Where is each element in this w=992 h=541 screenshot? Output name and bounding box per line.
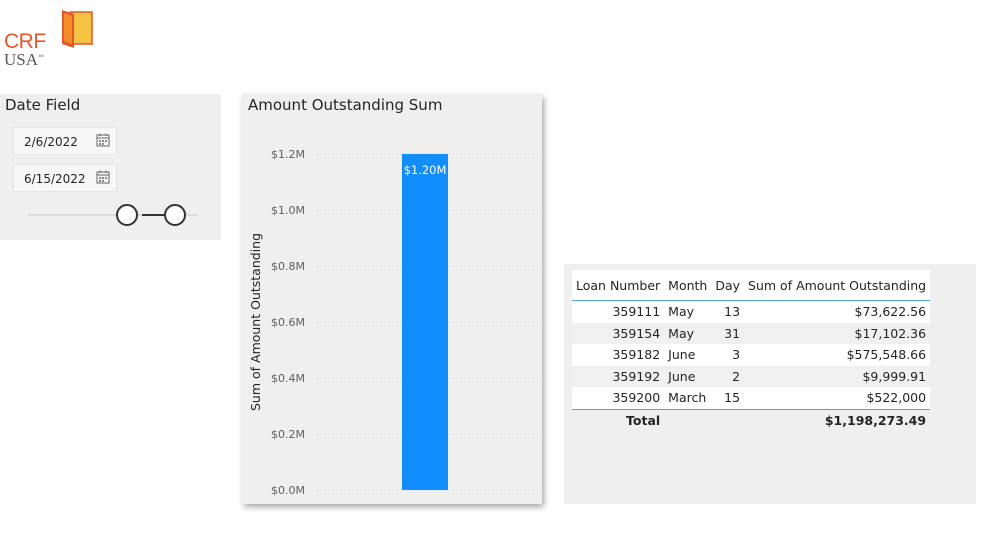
range-start-handle[interactable] [116, 204, 138, 226]
crf-usa-logo: CRF USA™ [4, 8, 100, 70]
cell-day: 13 [711, 300, 745, 323]
loan-table: Loan Number Month Day Sum of Amount Outs… [572, 270, 931, 431]
cell-amount: $73,622.56 [744, 300, 931, 323]
cell-day: 2 [711, 365, 745, 387]
column-header-loan-number[interactable]: Loan Number [572, 270, 665, 301]
cell-loan-number: 359111 [572, 300, 665, 323]
total-empty-cell [664, 409, 711, 431]
cell-month: March [664, 387, 712, 410]
cell-amount: $575,548.66 [744, 344, 931, 366]
logo-text-usa: USA™ [4, 50, 44, 69]
table-total-row: Total $1,198,273.49 [572, 409, 930, 431]
y-tick-label: $0.4M [271, 372, 305, 385]
calendar-icon[interactable] [96, 133, 110, 147]
cell-day: 3 [711, 344, 745, 366]
start-date-input[interactable]: 2/6/2022 [13, 127, 117, 155]
y-tick-label: $0.6M [271, 316, 305, 329]
range-end-handle[interactable] [164, 204, 186, 226]
start-date-value: 2/6/2022 [24, 135, 78, 149]
cell-month: May [664, 300, 712, 323]
cell-amount: $9,999.91 [744, 365, 931, 387]
bar-data-label: $1.20M [404, 163, 447, 177]
cell-loan-number: 359182 [572, 344, 665, 366]
cell-day: 15 [711, 387, 745, 410]
table-row[interactable]: 359154 May 31 $17,102.36 [572, 322, 931, 344]
table-row[interactable]: 359182 June 3 $575,548.66 [572, 344, 931, 366]
date-field-slicer: Date Field 2/6/2022 6/15/2022 [0, 94, 221, 240]
table-row[interactable]: 359192 June 2 $9,999.91 [572, 365, 931, 387]
table-row[interactable]: 359200 March 15 $522,000 [572, 387, 931, 410]
cell-loan-number: 359192 [572, 365, 665, 387]
date-range-selected [142, 214, 166, 216]
end-date-value: 6/15/2022 [24, 172, 86, 186]
calendar-icon[interactable] [96, 170, 110, 184]
bar-chart-plot: $0.0M $0.2M $0.4M $0.6M $0.8M $1.0M $1.2M Sum o… [248, 148, 540, 497]
column-header-day[interactable]: Day [711, 270, 745, 301]
cell-loan-number: 359154 [572, 322, 665, 344]
cell-amount: $522,000 [744, 387, 931, 410]
cell-day: 31 [711, 322, 745, 344]
bar [402, 154, 448, 490]
cell-month: June [664, 365, 712, 387]
loan-table-visual: Loan Number Month Day Sum of Amount Outs… [564, 264, 976, 504]
slicer-title: Date Field [5, 96, 81, 114]
y-tick-label: $1.2M [271, 148, 305, 161]
cell-month: June [664, 344, 712, 366]
table-header-row: Loan Number Month Day Sum of Amount Outs… [572, 270, 931, 301]
total-label: Total [626, 412, 661, 428]
total-empty-cell [711, 409, 744, 431]
y-tick-label: $0.0M [271, 484, 305, 497]
y-tick-label: $0.2M [271, 428, 305, 441]
total-value: $1,198,273.49 [824, 412, 927, 428]
end-date-input[interactable]: 6/15/2022 [13, 164, 117, 192]
y-axis-label: Sum of Amount Outstanding [248, 233, 263, 411]
table-row[interactable]: 359111 May 13 $73,622.56 [572, 300, 931, 323]
column-header-sum[interactable]: Sum of Amount Outstanding [744, 270, 931, 301]
y-tick-label: $0.8M [271, 260, 305, 273]
door-logo-icon [62, 10, 93, 48]
column-header-month[interactable]: Month [664, 270, 712, 301]
y-tick-label: $1.0M [271, 204, 305, 217]
cell-amount: $17,102.36 [744, 322, 931, 344]
amount-outstanding-chart: Amount Outstanding Sum $0.0M $0.2M $0.4M $0… [242, 94, 542, 504]
cell-loan-number: 359200 [572, 387, 665, 410]
cell-month: May [664, 322, 712, 344]
